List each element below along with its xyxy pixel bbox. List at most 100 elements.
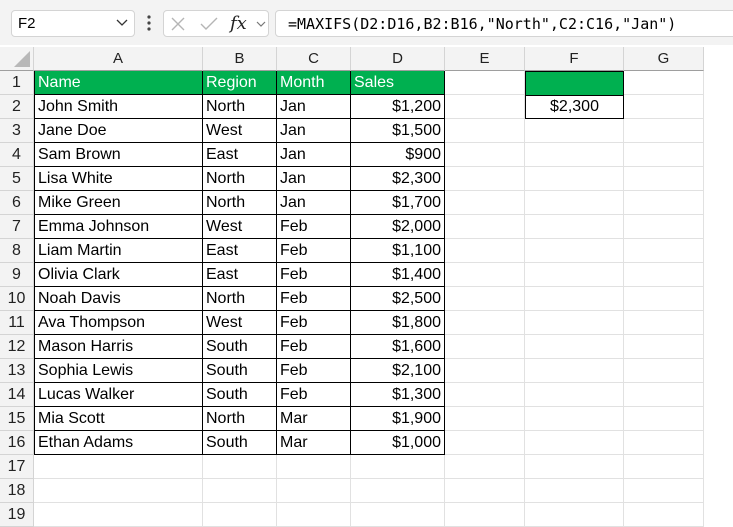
table-cell[interactable]: Mia Scott	[34, 407, 203, 431]
table-cell[interactable]: Feb	[277, 311, 351, 335]
table-cell[interactable]: Noah Davis	[34, 287, 203, 311]
table-cell[interactable]: North	[203, 407, 277, 431]
chevron-down-icon[interactable]	[116, 15, 128, 29]
table-cell[interactable]: Mason Harris	[34, 335, 203, 359]
row-header-19[interactable]: 19	[0, 503, 34, 527]
row-header-6[interactable]: 6	[0, 191, 34, 215]
table-cell[interactable]: Jan	[277, 143, 351, 167]
table-cell[interactable]: South	[203, 383, 277, 407]
table-cell[interactable]: Mike Green	[34, 191, 203, 215]
row-header-1[interactable]: 1	[0, 71, 34, 95]
more-options-icon[interactable]	[147, 15, 151, 31]
row-header-2[interactable]: 2	[0, 95, 34, 119]
column-header-b[interactable]: B	[203, 47, 277, 71]
table-cell[interactable]: Sophia Lewis	[34, 359, 203, 383]
table-cell[interactable]: Feb	[277, 359, 351, 383]
table-cell[interactable]: North	[203, 191, 277, 215]
table-cell[interactable]: Feb	[277, 263, 351, 287]
row-header-14[interactable]: 14	[0, 383, 34, 407]
formula-input[interactable]: =MAXIFS(D2:D16,B2:B16,"North",C2:C16,"Ja…	[275, 10, 733, 37]
table-cell[interactable]: Feb	[277, 335, 351, 359]
table-cell[interactable]: West	[203, 311, 277, 335]
table-cell[interactable]: $900	[351, 143, 445, 167]
result-header-cell[interactable]	[525, 71, 624, 95]
table-cell[interactable]: Jan	[277, 167, 351, 191]
table-cell[interactable]: East	[203, 239, 277, 263]
table-cell[interactable]: Feb	[277, 383, 351, 407]
table-cell[interactable]: Feb	[277, 287, 351, 311]
table-header-sales[interactable]: Sales	[351, 71, 445, 95]
column-header-f[interactable]: F	[525, 47, 624, 71]
column-header-d[interactable]: D	[351, 47, 445, 71]
table-cell[interactable]: Olivia Clark	[34, 263, 203, 287]
table-header-month[interactable]: Month	[277, 71, 351, 95]
table-cell[interactable]: Mar	[277, 431, 351, 455]
name-box[interactable]: F2	[11, 10, 135, 37]
table-cell[interactable]: $1,400	[351, 263, 445, 287]
table-cell[interactable]: North	[203, 95, 277, 119]
table-cell[interactable]: Jan	[277, 119, 351, 143]
row-header-5[interactable]: 5	[0, 167, 34, 191]
chevron-down-icon[interactable]	[256, 19, 266, 29]
row-header-17[interactable]: 17	[0, 455, 34, 479]
table-cell[interactable]: Jan	[277, 95, 351, 119]
table-cell[interactable]: $1,800	[351, 311, 445, 335]
table-cell[interactable]: Feb	[277, 239, 351, 263]
table-cell[interactable]: $1,600	[351, 335, 445, 359]
cancel-icon[interactable]	[170, 16, 186, 32]
table-cell[interactable]: $2,100	[351, 359, 445, 383]
table-cell[interactable]: $1,100	[351, 239, 445, 263]
table-cell[interactable]: East	[203, 263, 277, 287]
table-cell[interactable]: Feb	[277, 215, 351, 239]
table-cell[interactable]: $1,200	[351, 95, 445, 119]
table-cell[interactable]: Ethan Adams	[34, 431, 203, 455]
row-header-7[interactable]: 7	[0, 215, 34, 239]
row-header-15[interactable]: 15	[0, 407, 34, 431]
enter-check-icon[interactable]	[199, 16, 219, 32]
insert-function-icon[interactable]: fx	[230, 13, 247, 34]
column-header-c[interactable]: C	[277, 47, 351, 71]
select-all-button[interactable]	[0, 47, 34, 71]
row-header-12[interactable]: 12	[0, 335, 34, 359]
table-cell[interactable]: Mar	[277, 407, 351, 431]
table-cell[interactable]: Liam Martin	[34, 239, 203, 263]
column-header-e[interactable]: E	[445, 47, 525, 71]
row-header-16[interactable]: 16	[0, 431, 34, 455]
table-header-region[interactable]: Region	[203, 71, 277, 95]
table-cell[interactable]: South	[203, 431, 277, 455]
table-cell[interactable]: Emma Johnson	[34, 215, 203, 239]
table-cell[interactable]: $1,000	[351, 431, 445, 455]
table-cell[interactable]: South	[203, 359, 277, 383]
table-cell[interactable]: $2,500	[351, 287, 445, 311]
table-cell[interactable]: $1,300	[351, 383, 445, 407]
table-cell[interactable]: John Smith	[34, 95, 203, 119]
table-cell[interactable]: Jan	[277, 191, 351, 215]
table-cell[interactable]: West	[203, 215, 277, 239]
table-cell[interactable]: $1,900	[351, 407, 445, 431]
row-header-11[interactable]: 11	[0, 311, 34, 335]
table-cell[interactable]: $1,500	[351, 119, 445, 143]
table-cell[interactable]: $1,700	[351, 191, 445, 215]
table-cell[interactable]: East	[203, 143, 277, 167]
table-cell[interactable]: $2,000	[351, 215, 445, 239]
row-header-18[interactable]: 18	[0, 479, 34, 503]
table-cell[interactable]: North	[203, 287, 277, 311]
table-cell[interactable]: Ava Thompson	[34, 311, 203, 335]
table-cell[interactable]: Sam Brown	[34, 143, 203, 167]
table-cell[interactable]: North	[203, 167, 277, 191]
table-cell[interactable]: West	[203, 119, 277, 143]
row-header-9[interactable]: 9	[0, 263, 34, 287]
row-header-13[interactable]: 13	[0, 359, 34, 383]
result-value-cell[interactable]: $2,300	[525, 95, 624, 119]
table-cell[interactable]: Lisa White	[34, 167, 203, 191]
table-cell[interactable]: $2,300	[351, 167, 445, 191]
table-cell[interactable]: Jane Doe	[34, 119, 203, 143]
row-header-10[interactable]: 10	[0, 287, 34, 311]
table-cell[interactable]: Lucas Walker	[34, 383, 203, 407]
table-header-name[interactable]: Name	[34, 71, 203, 95]
column-header-g[interactable]: G	[624, 47, 704, 71]
column-header-a[interactable]: A	[34, 47, 203, 71]
row-header-4[interactable]: 4	[0, 143, 34, 167]
row-header-8[interactable]: 8	[0, 239, 34, 263]
row-header-3[interactable]: 3	[0, 119, 34, 143]
